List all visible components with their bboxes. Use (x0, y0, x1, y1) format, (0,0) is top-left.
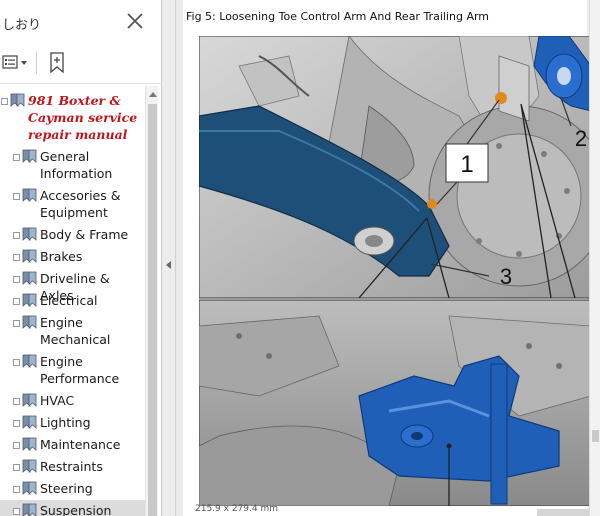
bookmark-label: HVAC (40, 393, 75, 408)
bookmark-label: Mechanical (40, 332, 111, 347)
horizontal-scrollbar[interactable] (537, 509, 589, 516)
list-options-icon[interactable] (2, 52, 32, 74)
bookmark-icon (22, 249, 37, 263)
bookmark-label: Maintenance (40, 437, 121, 452)
expand-toggle[interactable] (13, 486, 20, 493)
bookmark-item[interactable]: Brakes (0, 246, 146, 268)
bookmark-icon (22, 415, 37, 429)
expand-toggle[interactable] (13, 254, 20, 261)
bookmark-icon (22, 481, 37, 495)
bookmark-label: Cayman service (28, 110, 138, 125)
bookmark-item[interactable]: Electrical (0, 290, 146, 312)
expand-toggle[interactable] (13, 276, 20, 283)
bookmark-label: Lighting (40, 415, 91, 430)
expand-toggle[interactable] (13, 232, 20, 239)
bookmark-label: Electrical (40, 293, 98, 308)
bookmark-item[interactable]: Suspension (0, 500, 146, 516)
bookmark-icon (22, 393, 37, 407)
expand-toggle[interactable] (13, 398, 20, 405)
bookmark-item[interactable]: General Information (0, 146, 146, 185)
bookmark-label: General (40, 149, 90, 164)
figure-caption: Fig 5: Loosening Toe Control Arm And Rea… (186, 10, 490, 23)
expand-toggle[interactable] (13, 154, 20, 161)
bookmarks-toolbar (0, 44, 162, 84)
pdf-viewer-window: しおり 981 Boxter & Cayman service repair m… (0, 0, 600, 516)
bookmark-item[interactable]: Restraints (0, 456, 146, 478)
bookmark-item[interactable]: Steering (0, 478, 146, 500)
bookmark-item[interactable]: Lighting (0, 412, 146, 434)
toolbar-divider (36, 52, 37, 74)
expand-toggle[interactable] (13, 442, 20, 449)
callout-1: 1 (460, 151, 473, 178)
bookmarks-header: しおり (0, 0, 162, 44)
bookmark-icon (22, 227, 37, 241)
bookmark-item[interactable]: Driveline & Axles (0, 268, 146, 303)
panel-splitter[interactable] (162, 0, 176, 516)
close-icon[interactable] (124, 10, 146, 32)
bookmark-icon (22, 271, 37, 285)
bookmark-tree: 981 Boxter & Cayman service repair manual G… (0, 86, 146, 516)
callout-2: 2 (575, 126, 587, 151)
bolt-highlight-1 (427, 199, 437, 209)
bookmark-label: Brakes (40, 249, 83, 264)
bookmark-icon (22, 437, 37, 451)
document-page: Fig 5: Loosening Toe Control Arm And Rea… (183, 0, 589, 516)
bookmark-icon (22, 503, 37, 516)
expand-toggle[interactable] (13, 464, 20, 471)
expand-toggle[interactable] (13, 508, 20, 515)
bookmarks-title: しおり (2, 18, 42, 33)
bookmark-icon (22, 188, 37, 202)
bookmark-item[interactable]: Maintenance (0, 434, 146, 456)
page-size-status: 215.9 x 279.4 mm (195, 504, 278, 514)
bookmark-label: Information (40, 166, 113, 181)
scrollbar-thumb[interactable] (148, 104, 157, 516)
scroll-up-icon[interactable] (149, 92, 157, 97)
callout-3: 3 (500, 264, 512, 289)
bookmark-label: Body & Frame (40, 227, 129, 242)
bookmark-icon (22, 149, 37, 163)
bookmark-label: Steering (40, 481, 93, 496)
bookmark-label: Engine (40, 354, 83, 369)
scrollbar-thumb[interactable] (592, 430, 599, 442)
bookmark-item[interactable]: Accesories & Equipment (0, 185, 146, 224)
bookmark-item[interactable]: Body & Frame (0, 224, 146, 246)
bookmark-item[interactable]: 981 Boxter & Cayman service repair manual (0, 90, 146, 146)
bookmark-label: Accesories & (40, 188, 121, 203)
bookmark-label: Engine (40, 315, 83, 330)
suspension-illustration: 1 2 3 (199, 36, 589, 506)
bookmark-icon (22, 315, 37, 329)
bookmark-item[interactable]: Engine Mechanical (0, 312, 146, 351)
expand-toggle[interactable] (13, 298, 20, 305)
expand-toggle[interactable] (1, 98, 8, 105)
bookmark-label: 981 Boxter & (28, 93, 121, 108)
bookmark-label: Performance (40, 371, 120, 386)
new-bookmark-icon[interactable] (44, 50, 70, 76)
collapse-panel-icon[interactable] (166, 261, 171, 269)
bookmark-item[interactable]: Engine Performance (0, 351, 146, 390)
bookmarks-panel: しおり 981 Boxter & Cayman service repair m… (0, 0, 162, 516)
expand-toggle[interactable] (13, 320, 20, 327)
bookmark-item[interactable]: HVAC (0, 390, 146, 412)
expand-toggle[interactable] (13, 359, 20, 366)
bookmark-icon (22, 459, 37, 473)
document-scrollbar[interactable] (589, 0, 600, 516)
bookmark-icon (22, 354, 37, 368)
bookmark-label: Restraints (40, 459, 103, 474)
bookmarks-scrollbar[interactable] (145, 86, 158, 516)
bookmark-label: Suspension (40, 503, 112, 516)
bookmark-label: repair manual (28, 127, 128, 142)
expand-toggle[interactable] (13, 420, 20, 427)
bookmark-icon (10, 93, 25, 107)
document-view: Fig 5: Loosening Toe Control Arm And Rea… (177, 0, 589, 516)
bookmark-icon (22, 293, 37, 307)
expand-toggle[interactable] (13, 193, 20, 200)
bookmark-label: Equipment (40, 205, 108, 220)
